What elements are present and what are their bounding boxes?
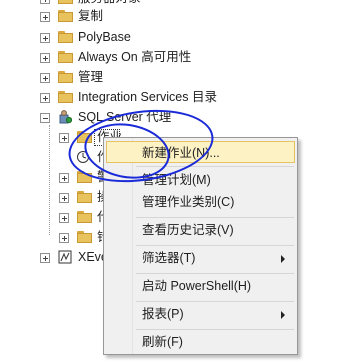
submenu-arrow-icon	[281, 311, 285, 319]
folder-icon	[58, 91, 74, 103]
tree-label: 管理	[78, 70, 104, 84]
menu-separator	[136, 166, 294, 167]
folder-icon	[77, 211, 93, 223]
tree-row-replication[interactable]: 复制	[0, 6, 361, 26]
menu-item-label: 管理计划(M)	[142, 173, 211, 187]
menu-item-label: 管理作业类别(C)	[142, 195, 235, 209]
menu-item-label: 刷新(F)	[142, 335, 183, 349]
expand-icon[interactable]	[59, 213, 69, 223]
sql-agent-icon	[59, 110, 72, 124]
menu-item-manage-job-categories[interactable]: 管理作业类别(C)	[106, 191, 295, 213]
tree-row-integration-services[interactable]: Integration Services 目录	[0, 87, 361, 107]
expand-icon[interactable]	[40, 12, 50, 22]
context-menu: 新建作业(N)... 管理计划(M) 管理作业类别(C) 查看历史记录(V) 筛…	[103, 137, 298, 355]
folder-icon	[58, 51, 74, 63]
folder-icon	[77, 171, 93, 183]
folder-icon	[58, 0, 74, 4]
menu-separator	[136, 329, 294, 330]
expand-icon[interactable]	[59, 233, 69, 243]
expand-icon[interactable]	[40, 33, 50, 43]
tree-label: 复制	[78, 9, 104, 23]
activity-monitor-icon	[77, 151, 89, 163]
collapse-icon[interactable]	[40, 113, 50, 123]
tree-label: PolyBase	[78, 30, 131, 44]
menu-item-label: 报表(P)	[142, 307, 184, 321]
tree-row-polybase[interactable]: PolyBase	[0, 27, 361, 47]
folder-icon	[58, 31, 74, 43]
menu-item-label: 启动 PowerShell(H)	[142, 279, 252, 293]
expand-icon[interactable]	[40, 253, 50, 263]
expand-icon[interactable]	[40, 93, 50, 103]
expand-icon[interactable]	[59, 133, 69, 143]
menu-item-new-job[interactable]: 新建作业(N)...	[106, 141, 295, 163]
menu-item-start-powershell[interactable]: 启动 PowerShell(H)	[106, 275, 295, 297]
menu-item-label: 筛选器(T)	[142, 251, 196, 265]
submenu-arrow-icon	[281, 255, 285, 263]
tree-row-management[interactable]: 管理	[0, 67, 361, 87]
menu-item-label: 新建作业(N)...	[142, 146, 220, 160]
tree-label: SQL Server 代理	[78, 110, 172, 124]
expand-icon[interactable]	[40, 53, 50, 63]
tree-row-sql-agent[interactable]: SQL Server 代理	[0, 107, 361, 127]
folder-icon	[58, 71, 74, 83]
folder-icon	[58, 10, 74, 22]
expand-icon[interactable]	[40, 0, 50, 4]
folder-icon	[77, 231, 93, 243]
menu-item-view-history[interactable]: 查看历史记录(V)	[106, 219, 295, 241]
tree-row-always-on[interactable]: Always On 高可用性	[0, 47, 361, 67]
menu-separator	[136, 273, 294, 274]
expand-icon[interactable]	[40, 73, 50, 83]
menu-item-manage-schedules[interactable]: 管理计划(M)	[106, 169, 295, 191]
folder-icon	[77, 191, 93, 203]
menu-item-refresh[interactable]: 刷新(F)	[106, 331, 295, 353]
expand-icon[interactable]	[59, 193, 69, 203]
folder-icon	[77, 131, 93, 143]
menu-item-reports[interactable]: 报表(P)	[106, 303, 295, 325]
menu-separator	[136, 217, 294, 218]
menu-item-filter[interactable]: 筛选器(T)	[106, 247, 295, 269]
expand-icon[interactable]	[59, 173, 69, 183]
xevent-profiler-icon	[58, 250, 72, 264]
menu-item-label: 查看历史记录(V)	[142, 223, 234, 237]
menu-separator	[136, 301, 294, 302]
menu-separator	[136, 245, 294, 246]
tree-label: Always On 高可用性	[78, 50, 192, 64]
tree-label: Integration Services 目录	[78, 90, 217, 104]
